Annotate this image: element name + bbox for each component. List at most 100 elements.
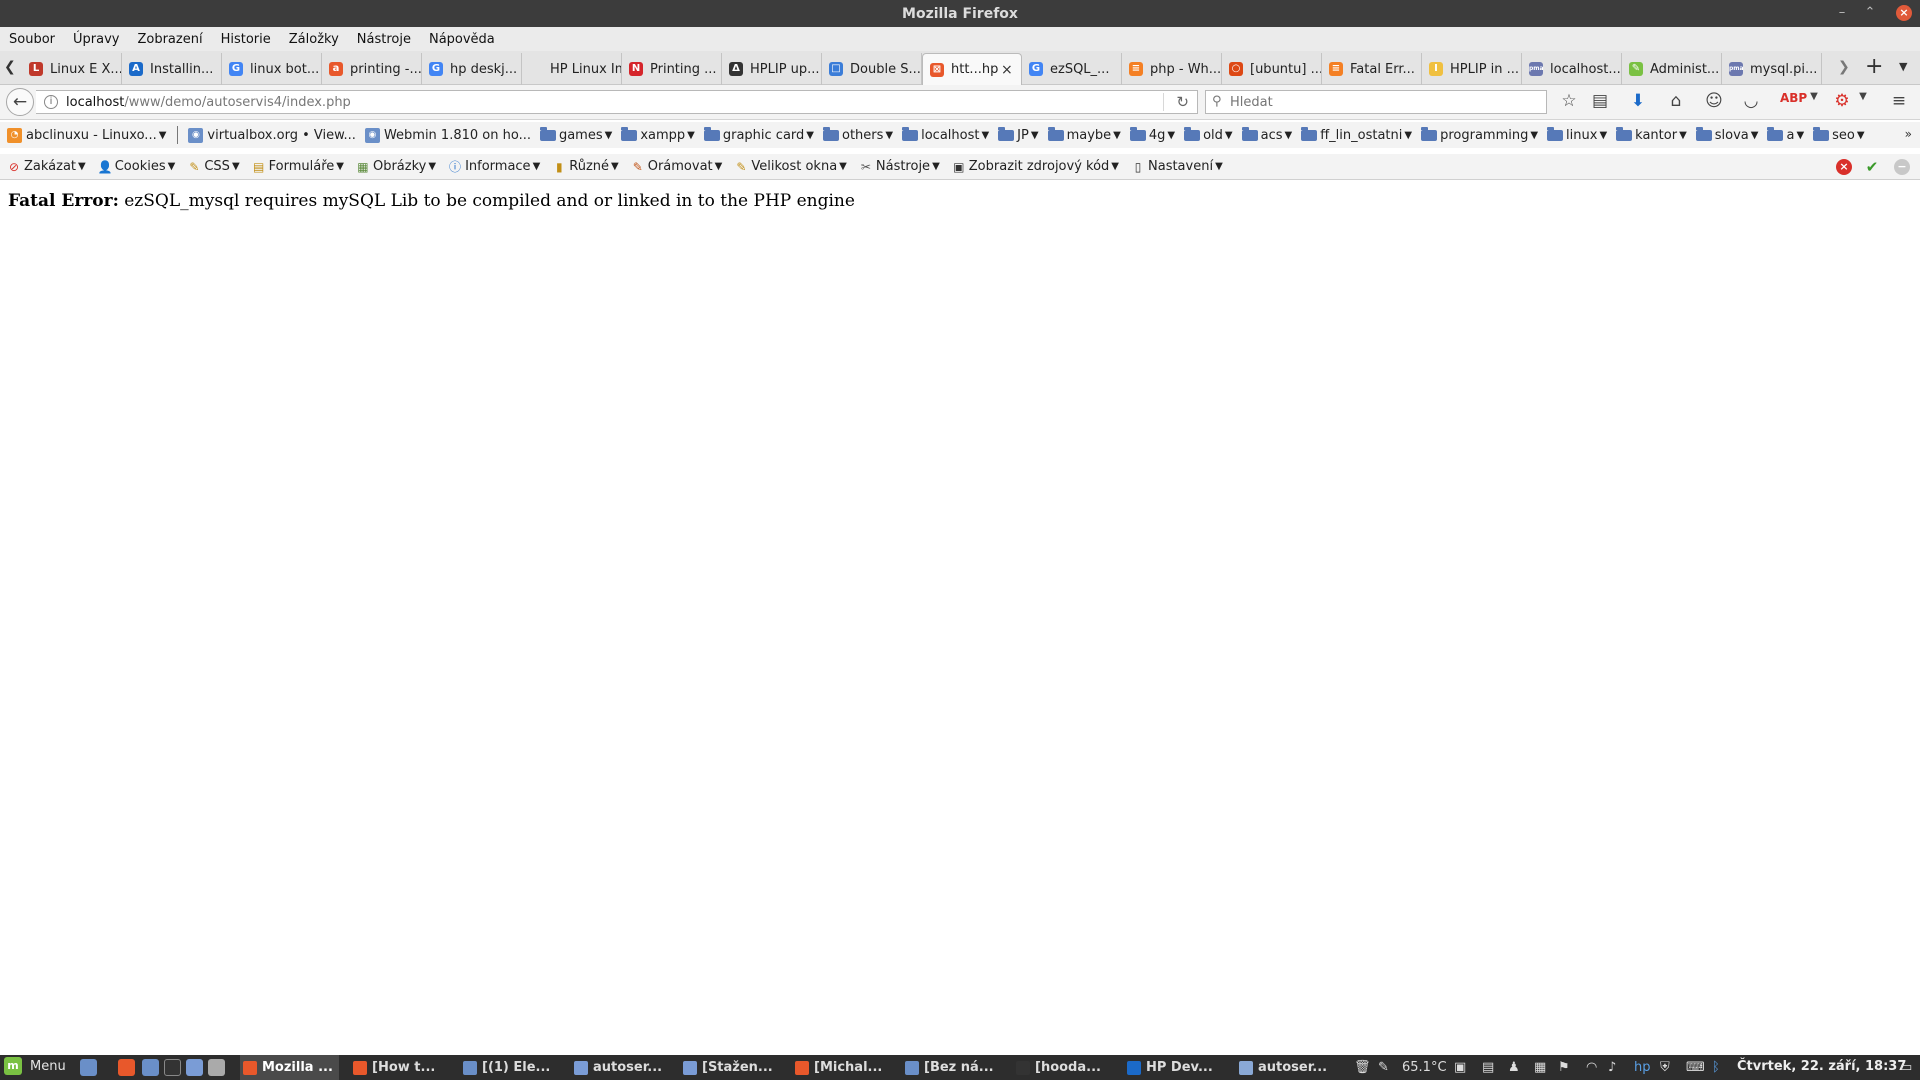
notes-icon[interactable]: ✎ [1378, 1060, 1389, 1075]
tab[interactable]: Ghp deskj... [422, 53, 522, 85]
bookmark-virtualbox-org-view[interactable]: ◉ virtualbox.org • View... [188, 127, 356, 143]
bookmark-graphic-card[interactable]: graphic card ▼ [703, 126, 814, 143]
info-status-icon[interactable]: − [1894, 159, 1910, 175]
bookmark-a[interactable]: a ▼ [1767, 126, 1804, 143]
devtool-or-movat[interactable]: ✎ Orámovat ▼ [631, 159, 723, 174]
bookmark-4g[interactable]: 4g ▼ [1129, 126, 1175, 143]
tab[interactable]: □ Double S... [822, 53, 922, 85]
tab[interactable]: HP Linux Im... [522, 53, 622, 85]
tab[interactable]: GezSQL_... [1022, 53, 1122, 85]
tab[interactable]: ✎ Administ... [1622, 53, 1722, 85]
hp-icon[interactable]: hp [1634, 1060, 1651, 1075]
czech-flag-icon[interactable]: ⚑ [1558, 1060, 1570, 1075]
downloads-icon[interactable]: ⬇ [1627, 91, 1649, 111]
taskbar-window-button[interactable]: [(1) Ele... [460, 1055, 556, 1080]
wifi-icon[interactable]: ◠ [1586, 1060, 1597, 1075]
taskbar-window-button[interactable]: [hooda... [1013, 1055, 1107, 1080]
start-menu-button[interactable]: m Menu [4, 1057, 66, 1075]
tab[interactable]: pma localhost... [1522, 53, 1622, 85]
tab[interactable]: a printing -... [322, 53, 422, 85]
valid-status-icon[interactable]: ✔ [1864, 159, 1880, 175]
errors-status-icon[interactable]: × [1836, 159, 1852, 175]
tabs-scroll-left-icon[interactable]: ❮ [4, 59, 16, 75]
tab[interactable]: N Printing ... [622, 53, 722, 85]
developer-extension-chevron-icon[interactable]: ▼ [1852, 91, 1874, 102]
devtool-n-stroje[interactable]: ✂ Nástroje ▼ [859, 159, 940, 174]
taskbar-window-button[interactable]: HP Dev... [1124, 1055, 1219, 1080]
tab-list-chevron-icon[interactable]: ▼ [1899, 60, 1907, 73]
terminal-launcher-icon[interactable] [164, 1059, 181, 1076]
tabs-scroll-right-icon[interactable]: ❯ [1838, 59, 1850, 75]
bookmarks-overflow-icon[interactable]: » [1905, 127, 1912, 141]
devtool-r-zn[interactable]: ▮ Různé ▼ [552, 159, 619, 174]
tab[interactable]: L Linux E X... [22, 53, 122, 85]
trash-icon[interactable]: 🗑 [1354, 1060, 1371, 1075]
clock[interactable]: Čtvrtek, 22. září, 18:37 [1737, 1059, 1906, 1074]
developer-extension-icon[interactable]: ⚙ [1831, 91, 1853, 111]
volume-icon[interactable]: ♪ [1608, 1060, 1616, 1075]
taskbar-window-button[interactable]: [Michal... [792, 1055, 888, 1080]
tab[interactable]: A Installin... [122, 53, 222, 85]
tab-active[interactable]: ⊠ htt...hp × [922, 53, 1022, 85]
tab[interactable]: ≡ php - Wh... [1122, 53, 1222, 85]
screenshot-icon[interactable]: ▣ [1454, 1060, 1466, 1075]
minimize-icon[interactable]: – [1834, 5, 1850, 20]
bookmark-localhost[interactable]: localhost ▼ [902, 126, 989, 143]
bookmark-xampp[interactable]: xampp ▼ [621, 126, 695, 143]
taskbar-window-button[interactable]: autoser... [571, 1055, 668, 1080]
taskbar-window-button[interactable]: Mozilla ... [240, 1055, 339, 1080]
bookmark-abclinuxu-linuxo[interactable]: ◔ abclinuxu - Linuxo... ▼ [7, 127, 166, 143]
tab[interactable]: pma mysql.pi... [1722, 53, 1822, 85]
pocket-icon[interactable]: ◡ [1740, 91, 1762, 111]
bookmark-kantor[interactable]: kantor ▼ [1616, 126, 1687, 143]
devtool-velikost-okna[interactable]: ✎ Velikost okna ▼ [734, 159, 847, 174]
firefox-launcher-icon[interactable] [118, 1059, 135, 1076]
display-icon[interactable]: ▤ [1482, 1060, 1494, 1075]
menu-file[interactable]: Soubor [9, 32, 55, 47]
bookmark-slova[interactable]: slova ▼ [1695, 126, 1758, 143]
search-input[interactable] [1230, 93, 1530, 111]
devtool-formul-e[interactable]: ▤ Formuláře ▼ [252, 159, 344, 174]
menu-view[interactable]: Zobrazení [137, 32, 202, 47]
menu-history[interactable]: Historie [221, 32, 271, 47]
adblock-menu-chevron-icon[interactable]: ▼ [1803, 91, 1825, 102]
menu-bookmarks[interactable]: Záložky [289, 32, 339, 47]
devtool-informace[interactable]: ⓘ Informace ▼ [448, 159, 540, 174]
maximize-icon[interactable]: ⌃ [1862, 5, 1878, 20]
taskbar-window-button[interactable]: [Bez ná... [902, 1055, 1000, 1080]
bookmark-others[interactable]: others ▼ [823, 126, 893, 143]
bookmark-programming[interactable]: programming ▼ [1421, 126, 1538, 143]
files-launcher-icon[interactable] [186, 1059, 203, 1076]
bookmark-ff-lin-ostatni[interactable]: ff_lin_ostatni ▼ [1301, 126, 1412, 143]
tab[interactable]: I HPLIP in ... [1422, 53, 1522, 85]
taskbar-window-button[interactable]: [How t... [350, 1055, 441, 1080]
bookmark-games[interactable]: games ▼ [539, 126, 612, 143]
menu-tools[interactable]: Nástroje [357, 32, 411, 47]
bluetooth-icon[interactable]: ᛒ [1712, 1060, 1720, 1075]
keyboard-icon[interactable]: ⌨ [1686, 1060, 1705, 1075]
devtool-zobrazit-zdrojov-k-d[interactable]: ▣ Zobrazit zdrojový kód ▼ [952, 159, 1119, 174]
back-button[interactable]: ← [6, 88, 34, 116]
close-window-icon[interactable]: × [1896, 5, 1912, 21]
reading-list-icon[interactable]: ▤ [1589, 91, 1611, 111]
bookmark-star-icon[interactable]: ☆ [1558, 91, 1580, 111]
tab[interactable]: ○ [ubuntu] ... [1222, 53, 1322, 85]
bookmark-maybe[interactable]: maybe ▼ [1047, 126, 1121, 143]
devtool-obr-zky[interactable]: ▦ Obrázky ▼ [356, 159, 436, 174]
shield-icon[interactable]: ⛨ [1660, 1060, 1670, 1075]
close-tab-icon[interactable]: × [1001, 62, 1015, 78]
bookmark-jp[interactable]: JP ▼ [998, 126, 1039, 143]
url-bar[interactable]: i localhost/www/demo/autoservis4/index.p… [36, 90, 1198, 114]
taskbar-window-button[interactable]: autoser... [1236, 1055, 1333, 1080]
taskbar-window-button[interactable]: [Stažen... [680, 1055, 779, 1080]
menu-help[interactable]: Nápověda [429, 32, 495, 47]
search-bar[interactable]: ⚲ [1205, 90, 1547, 114]
devtool-cookies[interactable]: 👤 Cookies ▼ [98, 159, 176, 174]
tab[interactable]: Glinux bot... [222, 53, 322, 85]
reload-icon[interactable]: ↻ [1176, 93, 1189, 111]
bookmark-webmin-1-810-on-ho[interactable]: ◉ Webmin 1.810 on ho... [364, 127, 531, 143]
bookmark-old[interactable]: old ▼ [1184, 126, 1233, 143]
devtool-zak-zat[interactable]: ⊘ Zakázat ▼ [7, 159, 86, 174]
tab[interactable]: Δ HPLIP up... [722, 53, 822, 85]
show-desktop-icon[interactable] [80, 1059, 97, 1076]
